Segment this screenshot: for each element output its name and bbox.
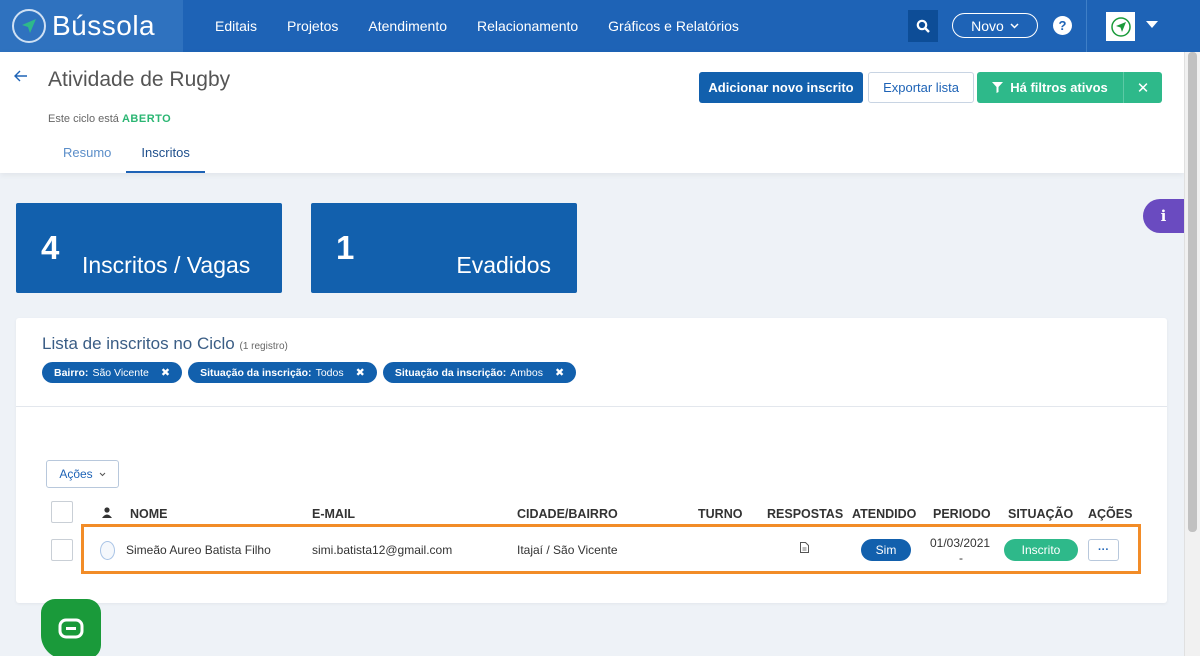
bulk-actions-label: Ações: [59, 467, 93, 481]
novo-label: Novo: [971, 17, 1004, 34]
page-title: Atividade de Rugby: [48, 68, 231, 91]
list-title: Lista de inscritos no Ciclo (1 registro): [42, 334, 288, 354]
chat-icon: [58, 618, 84, 639]
bulk-actions-dropdown[interactable]: Ações: [46, 460, 119, 488]
stat-value: 1: [336, 229, 355, 266]
remove-chip-icon[interactable]: ✖: [161, 366, 170, 379]
tab-resumo[interactable]: Resumo: [48, 138, 126, 173]
remove-chip-icon[interactable]: ✖: [356, 366, 365, 379]
active-filters-button[interactable]: Há filtros ativos ✕: [977, 72, 1162, 103]
row-city: Itajaí / São Vicente: [517, 543, 618, 557]
column-header-periodo[interactable]: PERIODO: [933, 507, 991, 521]
info-icon[interactable]: i: [1143, 199, 1184, 233]
page-scrollbar[interactable]: [1184, 52, 1200, 656]
chat-button[interactable]: [41, 599, 101, 656]
column-header-email[interactable]: E-MAIL: [312, 507, 355, 521]
row-select-checkbox[interactable]: [51, 539, 73, 561]
top-navbar: Bússola Editais Projetos Atendimento Rel…: [0, 0, 1200, 52]
clear-filters-close-icon[interactable]: ✕: [1124, 79, 1162, 97]
divider: [16, 406, 1167, 407]
chip-key: Bairro:: [54, 366, 89, 379]
brand-name: Bússola: [52, 10, 156, 41]
scrollbar-thumb[interactable]: [1188, 52, 1197, 532]
user-menu-caret-icon[interactable]: [1146, 21, 1158, 28]
stat-card-evadidos: 1 Evadidos: [311, 203, 577, 293]
tabs: Resumo Inscritos: [48, 138, 205, 173]
filter-chip-situacao-ambos[interactable]: Situação da inscrição: Ambos ✖: [382, 362, 577, 383]
column-header-nome[interactable]: NOME: [130, 507, 168, 521]
add-inscrito-button[interactable]: Adicionar novo inscrito: [699, 72, 863, 103]
filter-icon: [992, 82, 1004, 93]
chip-value: Ambos: [510, 366, 543, 379]
chip-key: Situação da inscrição:: [394, 366, 507, 379]
export-list-button[interactable]: Exportar lista: [868, 72, 974, 103]
document-icon[interactable]: [800, 542, 809, 556]
back-arrow-icon[interactable]: [14, 66, 28, 87]
column-header-turno[interactable]: TURNO: [698, 507, 742, 521]
list-title-text: Lista de inscritos no Ciclo: [42, 334, 235, 353]
main-nav: Editais Projetos Atendimento Relacioname…: [200, 0, 754, 52]
filter-chip-bairro[interactable]: Bairro: São Vicente ✖: [42, 362, 183, 383]
stat-value: 4: [41, 229, 60, 266]
chip-value: São Vicente: [92, 366, 149, 379]
cycle-status-value: ABERTO: [121, 113, 172, 125]
remove-chip-icon[interactable]: ✖: [555, 366, 564, 379]
search-button[interactable]: [908, 10, 938, 42]
list-count: (1 registro): [239, 341, 288, 352]
compass-logo-icon: [12, 9, 46, 43]
novo-button[interactable]: Novo: [952, 13, 1038, 38]
compass-avatar-icon: [1110, 16, 1131, 37]
help-icon[interactable]: ?: [1053, 16, 1072, 35]
column-header-atendido[interactable]: ATENDIDO: [852, 507, 916, 521]
stat-label: Inscritos / Vagas: [82, 252, 251, 278]
inscritos-list-panel: Lista de inscritos no Ciclo (1 registro)…: [16, 318, 1167, 603]
tab-inscritos[interactable]: Inscritos: [126, 138, 205, 173]
page-header: Atividade de Rugby Este ciclo está ABERT…: [0, 52, 1184, 173]
row-periodo: 01/03/2021: [930, 536, 991, 550]
filter-chips: Bairro: São Vicente ✖ Situação da inscri…: [42, 362, 577, 383]
select-all-checkbox[interactable]: [51, 501, 73, 523]
stat-card-inscritos: 4 Inscritos / Vagas: [16, 203, 282, 293]
user-avatar-button[interactable]: [1106, 12, 1135, 41]
row-periodo-end: -: [959, 551, 963, 565]
nav-item-relacionamento[interactable]: Relacionamento: [477, 18, 578, 34]
active-filters-label: Há filtros ativos: [1010, 80, 1108, 95]
row-email: simi.batista12@gmail.com: [312, 543, 453, 557]
chip-value: Todos: [315, 366, 344, 379]
stat-label: Evadidos: [456, 252, 551, 278]
active-filters-main[interactable]: Há filtros ativos: [977, 72, 1124, 103]
cycle-status: Este ciclo está ABERTO: [48, 113, 171, 125]
chip-key: Situação da inscrição:: [200, 366, 312, 379]
cycle-status-prefix: Este ciclo está: [48, 113, 119, 125]
nav-item-graficos-relatorios[interactable]: Gráficos e Relatórios: [608, 18, 739, 34]
nav-item-editais[interactable]: Editais: [215, 18, 257, 34]
atendido-badge[interactable]: Sim: [861, 539, 911, 561]
chevron-down-icon: [1010, 22, 1019, 29]
row-actions-more-button[interactable]: ···: [1088, 539, 1119, 561]
search-icon: [916, 19, 930, 33]
column-header-respostas[interactable]: RESPOSTAS: [767, 507, 843, 521]
column-header-cidade-bairro[interactable]: CIDADE/BAIRRO: [517, 507, 618, 521]
situacao-badge[interactable]: Inscrito: [1004, 539, 1078, 561]
row-name[interactable]: Simeão Aureo Batista Filho: [126, 543, 271, 557]
user-avatar-icon: [100, 541, 115, 560]
brand[interactable]: Bússola: [0, 0, 183, 52]
column-header-acoes: AÇÕES: [1088, 507, 1133, 521]
person-icon: [102, 507, 112, 521]
nav-item-projetos[interactable]: Projetos: [287, 18, 338, 34]
column-header-situacao[interactable]: SITUAÇÃO: [1008, 507, 1073, 521]
nav-item-atendimento[interactable]: Atendimento: [368, 18, 447, 34]
nav-divider: [1086, 0, 1087, 52]
filter-chip-situacao-todos[interactable]: Situação da inscrição: Todos ✖: [188, 362, 377, 383]
chevron-down-icon: [99, 472, 106, 476]
